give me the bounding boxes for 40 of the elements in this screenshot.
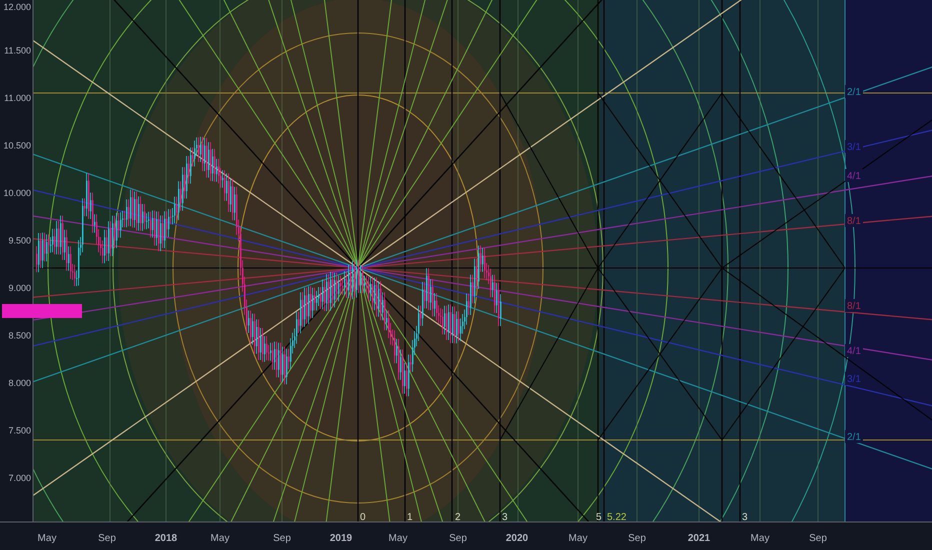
time-axis-label: May: [750, 533, 770, 544]
price-axis-label: 9.500: [8, 236, 31, 246]
time-axis-label: May: [210, 533, 230, 544]
time-axis-label: 2020: [506, 533, 528, 544]
price-axis-label: 10.500: [3, 140, 31, 150]
cycle-label: 2: [455, 512, 461, 523]
ratio-label: 3/1: [845, 372, 863, 385]
ratio-label: 4/1: [845, 344, 863, 357]
time-axis-label: Sep: [628, 533, 646, 544]
price-axis-label: 11.500: [4, 46, 31, 56]
cycle-label: 3: [502, 512, 508, 523]
time-axis-label: Sep: [273, 533, 291, 544]
price-axis-label: 7.000: [8, 473, 31, 483]
price-axis-label: 11.000: [4, 93, 31, 103]
time-axis-label: 2021: [688, 533, 710, 544]
cycle-label: 0: [360, 512, 366, 523]
cycle-label: 1: [407, 512, 413, 523]
time-axis-label: May: [568, 533, 588, 544]
ratio-label: 2/1: [845, 430, 863, 443]
ratio-label: 2/1: [845, 85, 863, 98]
time-axis-label: 2018: [154, 533, 178, 544]
price-axis-label: 12.000: [3, 2, 31, 12]
time-axis-label: Sep: [809, 533, 827, 544]
time-axis-label: Sep: [449, 533, 467, 544]
price-axis-label: 7.500: [8, 426, 31, 436]
price-axis-label: 8.000: [8, 378, 31, 388]
time-axis-label: 2019: [330, 533, 352, 544]
ratio-label: 4/1: [845, 169, 863, 182]
time-axis-label: Sep: [98, 533, 116, 544]
time-axis-label: May: [388, 533, 408, 544]
time-axis-label: May: [38, 533, 56, 544]
price-axis-label: 9.000: [8, 283, 31, 293]
cycle-label: 5: [596, 512, 602, 523]
ratio-label: 8/1: [845, 214, 863, 227]
price-axis-label: 8.500: [8, 330, 31, 340]
ratio-label: 3/1: [845, 140, 863, 153]
price-axis-label: 10.000: [3, 188, 31, 198]
ratio-label: 8/1: [845, 299, 863, 312]
cycle-label: 3: [742, 512, 748, 523]
cycle-label: 5.22: [607, 512, 626, 523]
